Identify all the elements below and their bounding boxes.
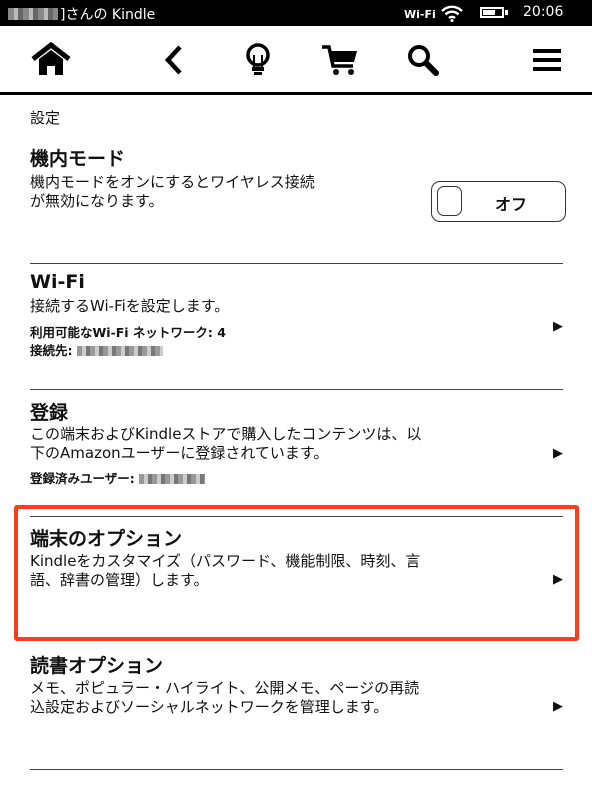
redacted-user-name — [139, 474, 206, 484]
chevron-right-icon: ▶ — [553, 319, 563, 334]
back-icon[interactable] — [154, 40, 194, 80]
setting-desc-device-options: Kindleをカスタマイズ（パスワード、機能制限、時刻、言 語、辞書の管理）しま… — [30, 552, 421, 589]
status-bar: ]さんの Kindle Wi-Fi 20:06 — [0, 0, 592, 26]
clock: 20:06 — [523, 4, 564, 20]
setting-title-airplane-mode: 機内モード — [30, 148, 126, 170]
wifi-connected-to: 接続先: — [30, 342, 163, 360]
wifi-signal-icon — [441, 4, 463, 26]
toggle-label: オフ — [495, 195, 528, 214]
lightbulb-icon[interactable] — [238, 40, 278, 80]
device-title: ]さんの Kindle — [8, 4, 155, 24]
setting-title-reading-options: 読書オプション — [30, 655, 164, 677]
chevron-right-icon: ▶ — [553, 446, 563, 461]
divider — [30, 769, 563, 770]
setting-title-device-options: 端末のオプション — [30, 528, 183, 550]
setting-desc-registration: この端末およびKindleストアで購入したコンテンツは、以 下のAmazonユー… — [30, 425, 422, 462]
menu-icon[interactable] — [527, 40, 567, 80]
search-icon[interactable] — [403, 40, 443, 80]
divider — [30, 389, 563, 390]
registered-user: 登録済みユーザー: — [30, 470, 206, 488]
redacted-owner-name — [8, 8, 58, 20]
battery-tip — [505, 10, 508, 15]
setting-title-registration: 登録 — [30, 402, 69, 424]
chevron-right-icon: ▶ — [553, 572, 563, 587]
toggle-knob — [437, 186, 462, 216]
setting-desc-wifi: 接続するWi-Fiを設定します。 — [30, 297, 230, 315]
battery-icon — [480, 7, 504, 18]
airplane-mode-toggle[interactable]: オフ — [431, 181, 566, 222]
toolbar — [0, 26, 592, 95]
setting-desc-airplane-mode: 機内モードをオンにするとワイヤレス接続 が無効になります。 — [30, 173, 315, 210]
redacted-network-name — [76, 346, 163, 356]
chevron-right-icon: ▶ — [553, 699, 563, 714]
wifi-networks-available: 利用可能なWi-Fi ネットワーク: 4 — [30, 325, 226, 340]
page-title: 設定 — [30, 109, 61, 127]
battery-fill — [483, 10, 495, 15]
setting-title-wifi: Wi-Fi — [30, 271, 85, 293]
cart-icon[interactable] — [320, 40, 360, 80]
wifi-label: Wi-Fi — [404, 8, 436, 21]
home-icon[interactable] — [31, 40, 71, 80]
divider — [30, 263, 563, 264]
setting-desc-reading-options: メモ、ポピュラー・ハイライト、公開メモ、ページの再読 込設定およびソーシャルネッ… — [30, 679, 420, 716]
